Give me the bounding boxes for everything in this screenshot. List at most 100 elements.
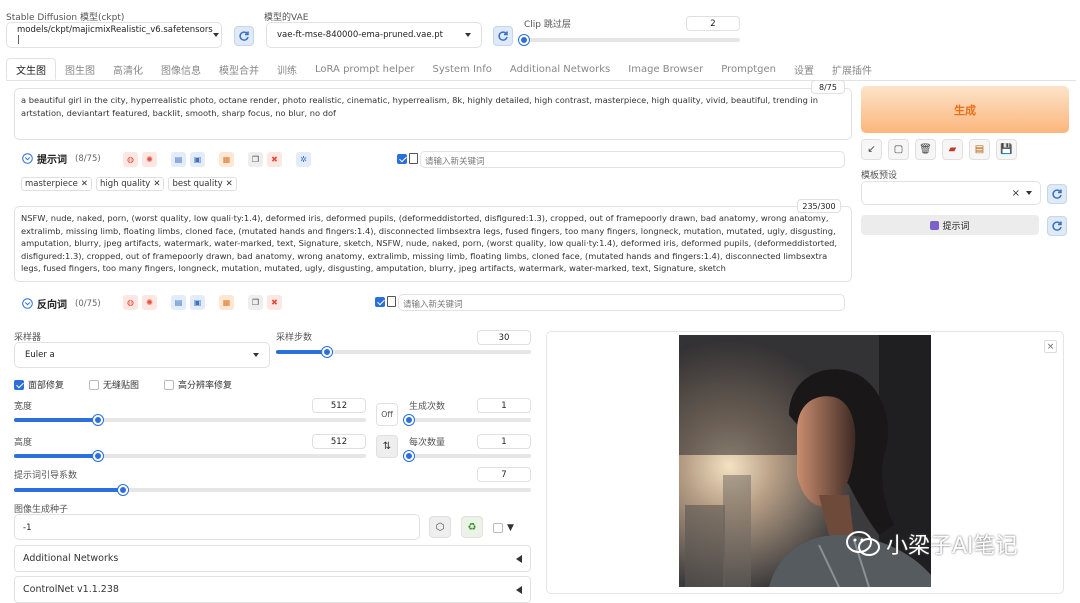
negative-prompt-input[interactable]: NSFW, nude, naked, porn, (worst quality,… (14, 206, 852, 282)
positive-keyword-toggle[interactable] (397, 153, 418, 164)
batch-count-slider[interactable] (404, 415, 531, 425)
arrow-icon[interactable]: ↙ (861, 139, 882, 160)
import-icon[interactable]: ▤ (171, 295, 186, 310)
batch-size-value[interactable]: 1 (477, 434, 531, 449)
width-value[interactable]: 512 (312, 398, 366, 413)
extra-seed-toggle[interactable]: ▼ (493, 523, 514, 533)
tab-txt2img[interactable]: 文生图 (6, 58, 56, 80)
close-icon[interactable]: × (1044, 340, 1057, 353)
clip-slider-thumb[interactable] (519, 35, 529, 45)
tab-image-browser[interactable]: Image Browser (619, 58, 712, 80)
translate-icon[interactable]: ◍ (123, 152, 138, 167)
recycle-icon[interactable]: ♻ (461, 516, 483, 538)
close-icon[interactable]: ✕ (81, 179, 88, 189)
tab-extensions[interactable]: 扩展插件 (823, 58, 881, 80)
chip-masterpiece[interactable]: masterpiece ✕ (21, 177, 92, 191)
tab-png-info[interactable]: 图像信息 (152, 58, 210, 80)
close-icon[interactable]: ✕ (226, 179, 233, 189)
gear-icon[interactable]: ✲ (296, 152, 311, 167)
page-icon[interactable]: ▢ (888, 139, 909, 160)
tab-img2img[interactable]: 图生图 (56, 58, 104, 80)
sampler-select[interactable]: Euler a (14, 342, 270, 368)
negative-prompt-header[interactable]: 反向词 (0/75) (22, 296, 101, 311)
cfg-slider-thumb[interactable] (117, 485, 128, 495)
extra-seed-checkbox[interactable] (493, 523, 503, 533)
face-restore-checkbox[interactable] (14, 379, 24, 390)
clip-value[interactable]: 2 (686, 16, 740, 31)
positive-keyword-input[interactable]: 请输入新关键词 (420, 151, 845, 168)
trash-icon[interactable]: ✖ (267, 152, 282, 167)
tab-settings[interactable]: 设置 (785, 58, 823, 80)
tab-lora-helper[interactable]: LoRA prompt helper (306, 58, 424, 80)
negative-keyword-toggle[interactable] (375, 296, 396, 307)
height-value[interactable]: 512 (312, 434, 366, 449)
prompt-refresh-button[interactable] (1047, 216, 1067, 236)
keyword-checkbox[interactable] (375, 296, 385, 307)
tab-merge[interactable]: 模型合并 (210, 58, 268, 80)
vae-refresh-button[interactable] (493, 26, 513, 46)
hires-checkbox[interactable] (164, 379, 174, 390)
clear-icon[interactable]: × (1012, 188, 1020, 199)
history-icon[interactable]: ▦ (219, 152, 234, 167)
dice-icon[interactable]: ⬡ (429, 516, 451, 538)
trash-icon[interactable]: 🗑 (915, 139, 936, 160)
face-restore-option[interactable]: 面部修复 (14, 378, 64, 391)
width-slider-thumb[interactable] (93, 415, 104, 425)
tab-train[interactable]: 训练 (268, 58, 306, 80)
chip-best-quality[interactable]: best quality ✕ (168, 177, 237, 191)
cfg-value[interactable]: 7 (477, 467, 531, 482)
tab-upscale[interactable]: 高清化 (104, 58, 152, 80)
additional-networks-accordion[interactable]: Additional Networks (14, 545, 531, 572)
close-icon[interactable]: ✕ (153, 179, 160, 189)
trash-icon[interactable]: ✖ (267, 295, 282, 310)
off-button[interactable]: Off (376, 403, 398, 426)
copy-icon[interactable]: ❐ (248, 295, 263, 310)
prompt-button[interactable]: 提示词 (861, 215, 1039, 235)
history-icon[interactable]: ▦ (219, 295, 234, 310)
batch-count-value[interactable]: 1 (477, 398, 531, 413)
keyword-checkbox[interactable] (397, 153, 407, 164)
model-select[interactable]: models/ckpt/majicmixRealistic_v6.safeten… (6, 22, 222, 48)
height-slider[interactable] (14, 451, 366, 461)
steps-slider-thumb[interactable] (322, 347, 332, 357)
template-refresh-button[interactable] (1047, 184, 1067, 204)
generate-button[interactable]: 生成 (861, 86, 1069, 133)
cfg-slider[interactable] (14, 485, 531, 495)
tiling-option[interactable]: 无缝贴图 (89, 378, 139, 391)
positive-prompt-header[interactable]: 提示词 (8/75) (22, 151, 101, 166)
tab-additional-networks[interactable]: Additional Networks (501, 58, 619, 80)
notepad-icon[interactable]: ▤ (969, 139, 990, 160)
hires-option[interactable]: 高分辨率修复 (164, 378, 232, 391)
height-slider-thumb[interactable] (93, 451, 104, 461)
bookmark-icon[interactable]: ▣ (190, 152, 205, 167)
tiling-checkbox[interactable] (89, 379, 99, 390)
chip-high-quality[interactable]: high quality ✕ (96, 177, 165, 191)
import-icon[interactable]: ▤ (171, 152, 186, 167)
width-slider[interactable] (14, 415, 366, 425)
template-select[interactable]: × (861, 181, 1041, 205)
vae-value: vae-ft-mse-840000-ema-pruned.vae.pt (277, 30, 443, 40)
steps-slider[interactable] (276, 347, 531, 357)
save-icon[interactable]: 💾 (996, 139, 1017, 160)
model-refresh-button[interactable] (234, 26, 254, 46)
tab-promptgen[interactable]: Promptgen (712, 58, 785, 80)
swap-icon[interactable]: ⇅ (376, 435, 398, 458)
vae-select[interactable]: vae-ft-mse-840000-ema-pruned.vae.pt (266, 22, 482, 48)
tab-system-info[interactable]: System Info (424, 58, 501, 80)
red-bookmark-icon[interactable]: ▰ (942, 139, 963, 160)
controlnet-accordion[interactable]: ControlNet v1.1.238 (14, 576, 531, 603)
batch-size-slider[interactable] (404, 451, 531, 461)
steps-value[interactable]: 30 (477, 330, 531, 345)
translate-icon[interactable]: ◍ (123, 295, 138, 310)
seed-input[interactable]: -1 (14, 514, 420, 540)
width-slider-fill (14, 418, 99, 422)
clip-slider[interactable] (519, 35, 740, 45)
settings-icon[interactable]: ✺ (142, 152, 157, 167)
batch-size-slider-thumb[interactable] (404, 451, 414, 461)
positive-prompt-input[interactable]: a beautiful girl in the city, hyperreali… (14, 88, 852, 140)
copy-icon[interactable]: ❐ (248, 152, 263, 167)
settings-icon[interactable]: ✺ (142, 295, 157, 310)
batch-count-slider-thumb[interactable] (404, 415, 414, 425)
bookmark-icon[interactable]: ▣ (190, 295, 205, 310)
negative-keyword-input[interactable]: 请输入新关键词 (398, 294, 845, 311)
